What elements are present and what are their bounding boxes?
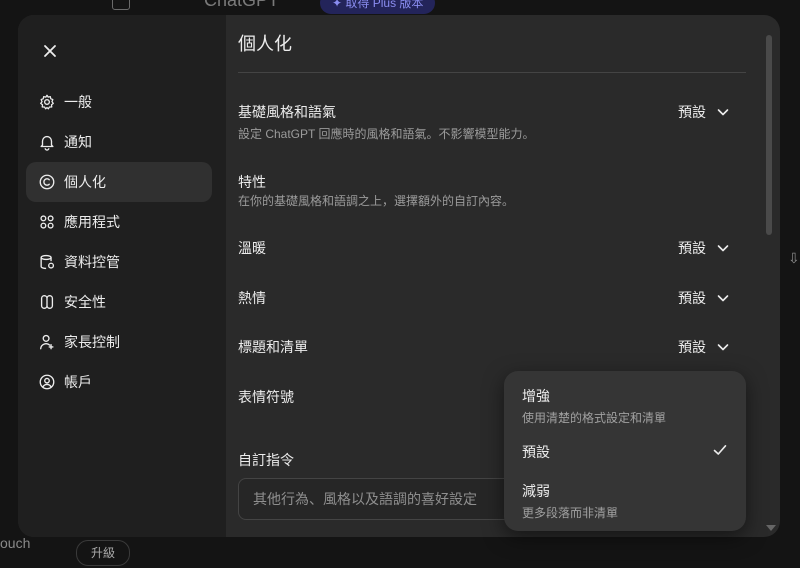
sidebar-item-security[interactable]: 安全性 — [26, 282, 212, 322]
shield-icon — [40, 295, 54, 309]
scrollbar-thumb[interactable] — [766, 35, 772, 235]
chevron-down-icon — [717, 344, 729, 351]
scroll-down-icon: ⇩ — [788, 250, 800, 266]
personalization-icon — [39, 174, 55, 190]
sidebar-item-label: 資料控管 — [64, 254, 120, 270]
sidebar-item-account[interactable]: 帳戶 — [26, 362, 212, 402]
sidebar-item-label: 帳戶 — [64, 374, 92, 390]
title-divider — [238, 72, 746, 73]
sidebar-item-label: 家長控制 — [64, 334, 120, 350]
data-controls-icon — [40, 254, 55, 270]
sidebar-item-parental-controls[interactable]: 家長控制 — [26, 322, 212, 362]
scroll-down-arrow-icon[interactable] — [766, 525, 776, 531]
sidebar-item-label: 安全性 — [64, 294, 106, 310]
parental-user-icon — [40, 334, 54, 350]
select-value: 預設 — [678, 240, 706, 256]
base-style-select[interactable]: 預設 — [678, 102, 730, 122]
app-title: ChatGPT — [204, 0, 280, 10]
select-value: 預設 — [678, 290, 706, 306]
traits-label: 特性 — [238, 174, 266, 190]
settings-nav: 一般 通知 個人化 應用程式 資料控管 安全性 家長控制 帳戶 — [26, 82, 212, 402]
settings-sidebar: 一般 通知 個人化 應用程式 資料控管 安全性 家長控制 帳戶 — [18, 15, 226, 537]
dropdown-option-less[interactable]: 減弱 更多段落而非清單 — [522, 481, 728, 521]
footer-upgrade-button: 升級 — [76, 540, 130, 566]
dropdown-option-more[interactable]: 增強 使用清楚的格式設定和清單 — [522, 386, 728, 426]
sidebar-item-general[interactable]: 一般 — [26, 82, 212, 122]
sidebar-toggle-icon — [112, 0, 130, 10]
upgrade-pill: ✦ 取得 Plus 版本 — [320, 0, 436, 14]
headers-lists-select[interactable]: 預設 — [678, 337, 730, 357]
traits-description: 在你的基礎風格和語調之上，選擇額外的自訂內容。 — [238, 194, 515, 208]
base-style-label: 基礎風格和語氣 — [238, 104, 336, 120]
emoji-label: 表情符號 — [238, 389, 294, 405]
bell-icon — [40, 135, 54, 151]
enthusiasm-label: 熱情 — [238, 290, 266, 306]
option-title: 預設 — [522, 444, 550, 460]
sidebar-item-personalization[interactable]: 個人化 — [26, 162, 212, 202]
sidebar-item-apps[interactable]: 應用程式 — [26, 202, 212, 242]
option-description: 更多段落而非清單 — [522, 506, 619, 520]
page-title: 個人化 — [238, 34, 292, 54]
select-value: 預設 — [678, 104, 706, 120]
select-value: 預設 — [678, 339, 706, 355]
custom-instructions-label: 自訂指令 — [238, 452, 294, 468]
chevron-down-icon — [717, 109, 729, 116]
sidebar-item-label: 通知 — [64, 134, 92, 150]
account-icon — [39, 374, 55, 390]
gear-icon — [40, 94, 54, 110]
sidebar-item-notifications[interactable]: 通知 — [26, 122, 212, 162]
sidebar-item-label: 一般 — [64, 94, 92, 110]
emoji-dropdown-menu: 增強 使用清楚的格式設定和清單 預設 減弱 更多段落而非清單 — [504, 371, 746, 531]
option-title: 增強 — [522, 388, 550, 404]
base-style-description: 設定 ChatGPT 回應時的風格和語氣。不影響模型能力。 — [238, 127, 535, 141]
option-title: 減弱 — [522, 483, 550, 499]
warmth-select[interactable]: 預設 — [678, 238, 730, 258]
sidebar-item-label: 個人化 — [64, 174, 106, 190]
dropdown-option-default[interactable]: 預設 — [522, 442, 728, 462]
chevron-down-icon — [717, 245, 729, 252]
sidebar-item-data-controls[interactable]: 資料控管 — [26, 242, 212, 282]
close-button[interactable] — [38, 39, 62, 63]
warmth-label: 溫暖 — [238, 240, 266, 256]
background-header: ChatGPT ✦ 取得 Plus 版本 — [0, 0, 800, 16]
checkmark-icon — [713, 445, 727, 455]
enthusiasm-select[interactable]: 預設 — [678, 288, 730, 308]
close-icon — [44, 45, 56, 57]
apps-grid-icon — [40, 215, 54, 229]
headers-lists-label: 標題和清單 — [238, 339, 308, 355]
footer-text: ouch — [0, 535, 31, 551]
chevron-down-icon — [717, 295, 729, 302]
option-description: 使用清楚的格式設定和清單 — [522, 411, 667, 425]
sidebar-item-label: 應用程式 — [64, 214, 120, 230]
